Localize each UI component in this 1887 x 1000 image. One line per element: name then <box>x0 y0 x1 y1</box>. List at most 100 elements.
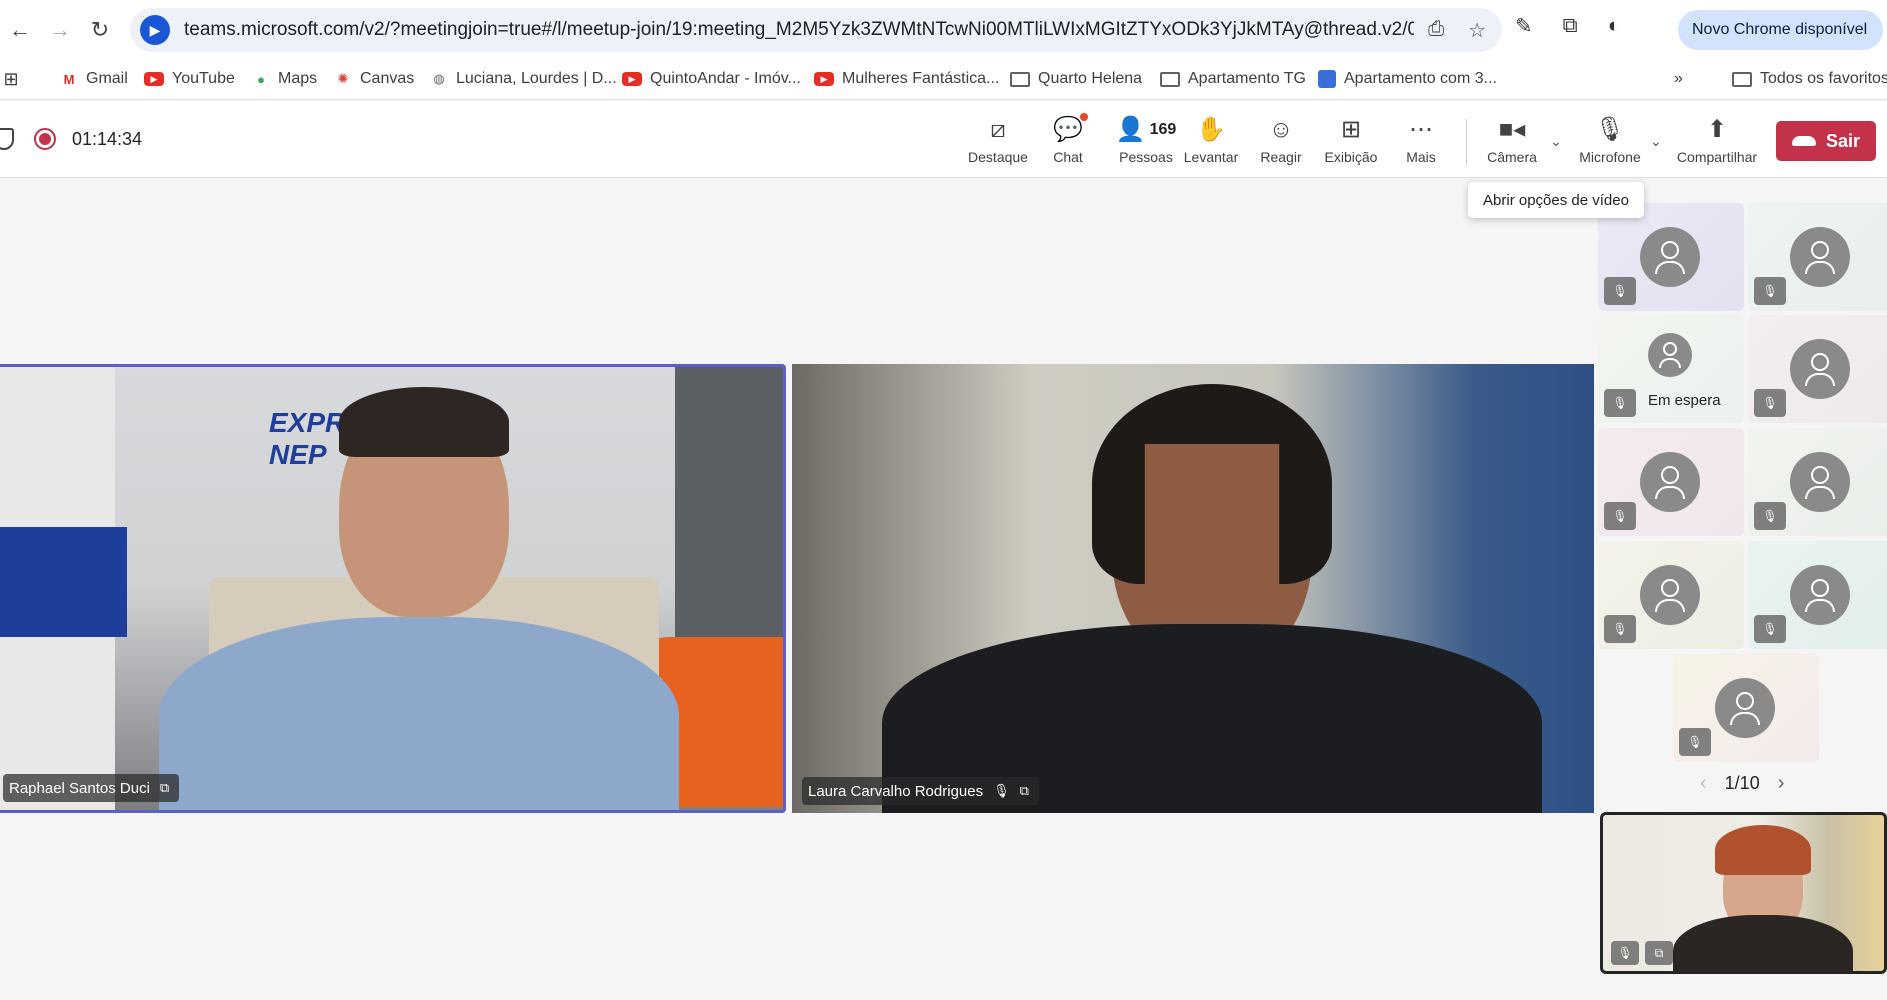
url-text[interactable]: teams.microsoft.com/v2/?meetingjoin=true… <box>184 19 1414 41</box>
mic-off-icon: 🎙 <box>1594 116 1626 143</box>
eyedropper-icon[interactable]: ✎ <box>1515 14 1533 39</box>
participant-tile[interactable]: 🎙 <box>1748 315 1887 423</box>
bookmark-gmail[interactable]: M Gmail <box>60 70 128 88</box>
person-icon <box>1640 227 1700 287</box>
gmail-icon: M <box>63 71 75 87</box>
participant-tile[interactable]: 🎙 <box>1748 203 1887 311</box>
participant-tile-waiting[interactable]: 🎙 Em espera <box>1598 315 1744 423</box>
mic-off-icon: 🎙 <box>1604 277 1636 305</box>
spotlight-icon: ⧄ <box>990 116 1006 143</box>
mic-off-icon: 🎙 <box>1754 502 1786 530</box>
teams-site-icon: ▶ <box>140 15 170 45</box>
bookmark-luciana[interactable]: ◍ Luciana, Lourdes | D... <box>430 70 616 88</box>
people-count: 169 <box>1149 121 1177 138</box>
chevron-left-icon[interactable]: ‹ <box>1700 772 1707 795</box>
spotlight-button[interactable]: ⧄ Destaque <box>962 115 1034 165</box>
phone-icon <box>1791 136 1816 146</box>
folder-icon <box>1160 71 1180 87</box>
bookmark-quarto-helena[interactable]: Quarto Helena <box>1010 70 1142 88</box>
chat-button[interactable]: 💬 Chat <box>1032 113 1104 165</box>
page-indicator: 1/10 <box>1724 773 1760 793</box>
person-icon <box>1715 678 1775 738</box>
shield-icon <box>0 128 14 150</box>
participant-tile[interactable]: 🎙 <box>1598 203 1744 311</box>
react-icon: ☺ <box>1268 116 1294 143</box>
people-icon: 👤 <box>1115 116 1146 143</box>
meeting-toolbar: 01:14:34 ⧄ Destaque 💬 Chat 👤 169 Pessoas … <box>0 101 1887 178</box>
youtube-icon: ▶ <box>144 72 164 86</box>
install-icon[interactable]: ⎙ <box>1428 18 1444 43</box>
participant-video-secondary[interactable]: Laura Carvalho Rodrigues 🎙 ⧉ <box>792 364 1594 813</box>
self-view-video[interactable]: 🎙 ⧉ <box>1600 812 1887 974</box>
chevron-right-icon[interactable]: › <box>1778 772 1785 795</box>
canvas-icon: ✺ <box>337 71 349 86</box>
chrome-update-button[interactable]: Novo Chrome disponível <box>1678 10 1883 50</box>
unread-dot <box>1080 113 1088 121</box>
mic-off-icon: 🎙 <box>1754 615 1786 643</box>
camera-button[interactable]: ■◂ Câmera <box>1476 115 1548 165</box>
bookmark-youtube[interactable]: ▶ YouTube <box>144 70 235 88</box>
star-icon[interactable]: ☆ <box>1468 18 1486 43</box>
bookmark-apartamento-3[interactable]: Apartamento com 3... <box>1318 70 1497 88</box>
raise-hand-button[interactable]: ✋ Levantar <box>1175 115 1247 165</box>
camera-options-chevron-icon[interactable]: ⌄ <box>1550 133 1562 150</box>
bookmark-quintoandar[interactable]: ▶ QuintoAndar - Imóv... <box>622 70 801 88</box>
toolbar-divider <box>1466 119 1467 165</box>
person-icon <box>1790 565 1850 625</box>
person-icon <box>1640 452 1700 512</box>
waiting-label: Em espera <box>1648 392 1721 409</box>
react-button[interactable]: ☺ Reagir <box>1245 115 1317 165</box>
mic-off-icon: 🎙 <box>1604 389 1636 417</box>
all-bookmarks[interactable]: Todos os favoritos <box>1732 70 1887 88</box>
share-icon: ⬆ <box>1706 116 1728 143</box>
folder-icon <box>1732 71 1752 87</box>
forward-icon[interactable]: → <box>40 10 80 50</box>
microphone-button[interactable]: 🎙 Microfone <box>1574 115 1646 165</box>
participant-video-main[interactable]: EXPRESS NEP O Raphael Santos Duci ⧉ <box>0 364 786 813</box>
video-effects-icon[interactable]: ⧉ <box>1645 941 1673 965</box>
camera-options-tooltip: Abrir opções de vídeo <box>1468 182 1644 218</box>
share-button[interactable]: ⬆ Compartilhar <box>1672 115 1762 165</box>
person-icon <box>1648 333 1692 377</box>
person-icon <box>1640 565 1700 625</box>
youtube-icon: ▶ <box>814 72 834 86</box>
participant-tile[interactable]: 🎙 <box>1748 541 1887 649</box>
browser-toolbar: ← → ↻ ▶ teams.microsoft.com/v2/?meetingj… <box>0 0 1887 60</box>
meeting-timer: 01:14:34 <box>72 129 143 149</box>
bookmark-mulheres[interactable]: ▶ Mulheres Fantástica... <box>814 70 999 88</box>
gallery-pager: ‹ 1/10 › <box>1700 772 1784 795</box>
bookmarks-bar: ⊞ M Gmail ▶ YouTube ● Maps ✺ Canvas ◍ Luciana… <box>0 60 1887 100</box>
bookmark-maps[interactable]: ● Maps <box>252 70 317 88</box>
camera-icon: ■◂ <box>1498 116 1526 143</box>
participant-tile[interactable]: 🎙 <box>1673 654 1819 762</box>
reload-icon[interactable]: ↻ <box>80 10 120 50</box>
bookmark-apartamento-tg[interactable]: Apartamento TG <box>1160 70 1306 88</box>
leave-button[interactable]: Sair <box>1776 121 1876 161</box>
person-icon <box>1790 227 1850 287</box>
video-effects-icon: ⧉ <box>1019 783 1029 798</box>
apps-grid-icon[interactable]: ⊞ <box>2 69 20 89</box>
participant-tile[interactable]: 🎙 <box>1748 428 1887 536</box>
more-button[interactable]: ⋯ Mais <box>1385 115 1457 165</box>
address-bar[interactable]: ▶ teams.microsoft.com/v2/?meetingjoin=tr… <box>130 8 1502 52</box>
participant-tile[interactable]: 🎙 <box>1598 428 1744 536</box>
participant-nameplate: Laura Carvalho Rodrigues 🎙 ⧉ <box>802 777 1039 805</box>
mic-off-icon: 🎙 <box>1604 615 1636 643</box>
folder-icon <box>1010 71 1030 87</box>
view-button[interactable]: ⊞ Exibição <box>1315 115 1387 165</box>
mic-off-icon[interactable]: 🎙 <box>1611 941 1639 965</box>
bookmark-canvas[interactable]: ✺ Canvas <box>334 70 415 88</box>
mic-off-icon: 🎙 <box>1754 277 1786 305</box>
recording-icon <box>34 128 56 150</box>
mic-off-icon: 🎙 <box>1679 728 1711 756</box>
site-icon <box>1318 70 1336 88</box>
profile-avatar[interactable]: ◐ <box>1608 14 1621 39</box>
maps-pin-icon: ● <box>257 71 265 87</box>
mic-options-chevron-icon[interactable]: ⌄ <box>1650 133 1662 150</box>
bookmarks-overflow[interactable]: » <box>1674 70 1683 88</box>
back-icon[interactable]: ← <box>0 10 40 50</box>
person-icon <box>1790 452 1850 512</box>
more-icon: ⋯ <box>1409 116 1433 143</box>
participant-tile[interactable]: 🎙 <box>1598 541 1744 649</box>
extensions-icon[interactable]: ⧉ <box>1563 14 1578 39</box>
